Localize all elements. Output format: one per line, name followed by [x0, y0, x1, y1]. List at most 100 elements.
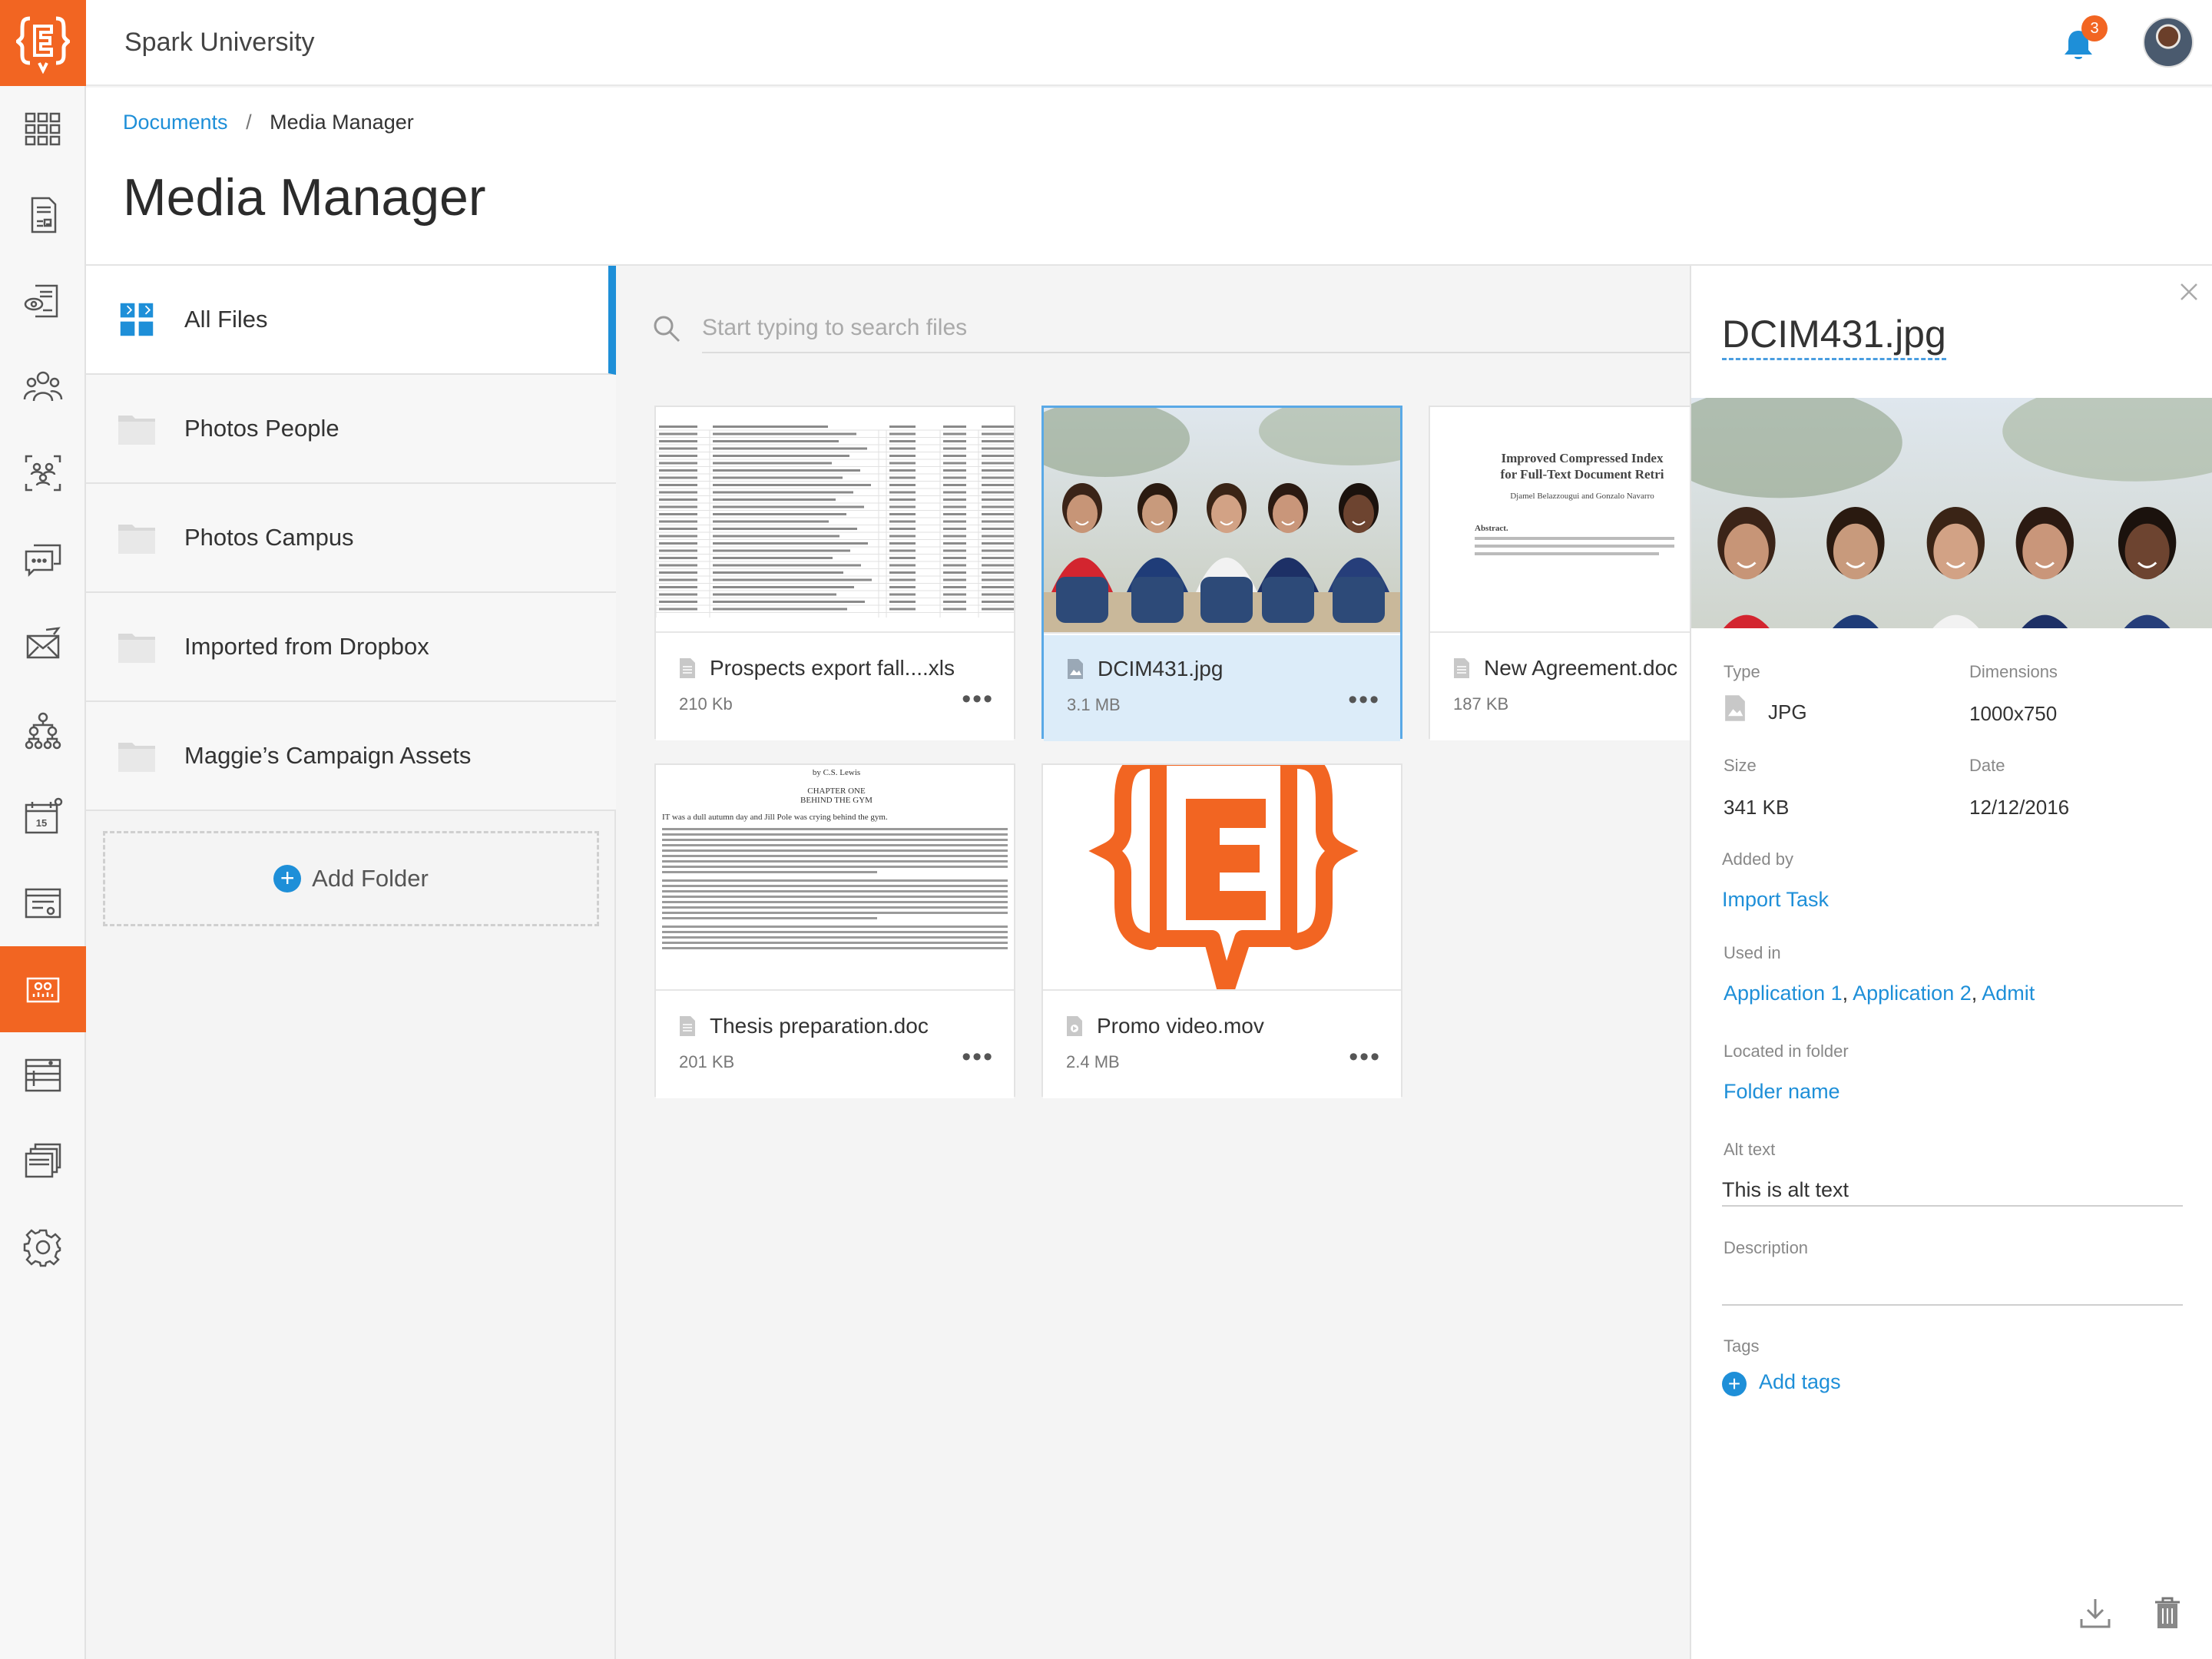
- type-value: JPG: [1768, 700, 1807, 724]
- alt-text-input[interactable]: This is alt text: [1722, 1178, 2183, 1207]
- folder-photos-campus[interactable]: Photos Campus: [86, 484, 616, 593]
- file-card[interactable]: Promo video.mov 2.4 MB •••: [1041, 763, 1402, 1098]
- file-card[interactable]: Prospects export fall....xls 210 Kb •••: [654, 406, 1015, 740]
- folder-icon: [118, 416, 155, 445]
- user-avatar[interactable]: [2143, 17, 2194, 68]
- folder-link[interactable]: Folder name: [1724, 1080, 1840, 1104]
- file-details-panel: DCIM431.jpg Type JPG Dimensions 1000x750…: [1690, 266, 2212, 1659]
- rail-people[interactable]: [0, 344, 86, 430]
- thesis-preview-author: by C.S. Lewis: [812, 768, 861, 777]
- thesis-text-line: [662, 833, 1008, 836]
- thesis-preview-first-line: IT was a dull autumn day and Jill Pole w…: [662, 813, 888, 822]
- app-nav-rail: 15: [0, 0, 86, 1659]
- thesis-preview-chapter: CHAPTER ONE: [807, 786, 866, 796]
- size-value: 341 KB: [1724, 796, 1790, 819]
- rail-dashboard[interactable]: [0, 86, 86, 172]
- file-card-info: Prospects export fall....xls 210 Kb •••: [656, 634, 1014, 740]
- thesis-text-line: [662, 917, 877, 919]
- search-input[interactable]: [702, 304, 1690, 353]
- spreadsheet-thumbnail: [656, 407, 1014, 633]
- add-folder-label: Add Folder: [312, 865, 429, 892]
- thesis-text-line: [662, 866, 1008, 868]
- search-icon: [654, 316, 680, 343]
- more-options-button[interactable]: •••: [1348, 687, 1380, 713]
- thesis-text-line: [662, 828, 1008, 830]
- thesis-text-line: [662, 879, 1008, 882]
- more-options-button[interactable]: •••: [1349, 1044, 1381, 1070]
- people-group-icon: [23, 371, 63, 402]
- thesis-text-line: [662, 855, 1008, 857]
- thesis-text-line: [662, 912, 1008, 914]
- folder-label: Maggie’s Campaign Assets: [184, 742, 472, 769]
- folder-imported-dropbox[interactable]: Imported from Dropbox: [86, 593, 616, 702]
- file-name: New Agreement.doc: [1484, 656, 1678, 680]
- rail-workflow[interactable]: [0, 688, 86, 774]
- file-card[interactable]: by C.S. Lewis CHAPTER ONE BEHIND THE GYM…: [654, 763, 1015, 1098]
- spreadsheet-preview-image: [656, 407, 1014, 631]
- thesis-text-line: [662, 901, 1008, 903]
- video-file-icon: [1067, 1016, 1082, 1036]
- doc-preview-abstract-label: Abstract.: [1475, 524, 1508, 533]
- folder-maggies-campaign[interactable]: Maggie’s Campaign Assets: [86, 702, 616, 811]
- used-in-link[interactable]: Application 2: [1853, 982, 1972, 1005]
- file-card-info: DCIM431.jpg 3.1 MB •••: [1044, 635, 1400, 741]
- brand-logo-image: [1088, 765, 1359, 989]
- plus-circle-icon[interactable]: +: [1722, 1372, 1747, 1396]
- file-card-selected[interactable]: DCIM431.jpg 3.1 MB •••: [1041, 406, 1402, 741]
- rail-calendar[interactable]: 15: [0, 774, 86, 860]
- file-name: DCIM431.jpg: [1098, 657, 1224, 680]
- video-thumbnail: [1043, 765, 1401, 991]
- thesis-text-line: [662, 860, 1008, 863]
- file-size: 3.1 MB: [1067, 695, 1121, 714]
- file-size: 201 KB: [679, 1052, 735, 1071]
- rail-messages[interactable]: [0, 516, 86, 602]
- more-options-button[interactable]: •••: [962, 686, 994, 712]
- file-card[interactable]: Improved Compressed Index for Full-Text …: [1429, 406, 1690, 740]
- trash-icon[interactable]: [2152, 1596, 2183, 1630]
- file-name: Thesis preparation.doc: [710, 1014, 929, 1038]
- tags-label: Tags: [1724, 1336, 1760, 1356]
- description-input[interactable]: [1722, 1278, 2183, 1306]
- file-size: 210 Kb: [679, 694, 733, 714]
- add-tags-link[interactable]: Add tags: [1759, 1370, 1841, 1394]
- rail-forms-builder[interactable]: [0, 860, 86, 946]
- rail-settings[interactable]: [0, 1204, 86, 1290]
- rail-reports[interactable]: [0, 1032, 86, 1118]
- folder-icon: [118, 525, 155, 554]
- more-options-button[interactable]: •••: [962, 1044, 994, 1070]
- calendar-icon: 15: [25, 797, 63, 834]
- rail-library[interactable]: [0, 1118, 86, 1204]
- report-table-icon: [25, 1058, 61, 1092]
- rail-forms[interactable]: [0, 172, 86, 258]
- dimensions-label: Dimensions: [1969, 662, 2058, 681]
- folder-photos-people[interactable]: Photos People: [86, 375, 616, 484]
- folder-label: Photos People: [184, 415, 339, 442]
- thesis-text-line: [662, 942, 1008, 944]
- rail-groups[interactable]: [0, 430, 86, 516]
- used-in-link[interactable]: Application 1: [1724, 982, 1843, 1005]
- document-file-icon: [680, 658, 695, 678]
- breadcrumb-current: Media Manager: [270, 111, 414, 134]
- breadcrumb-separator: /: [246, 111, 252, 134]
- image-file-icon: [1068, 659, 1083, 679]
- document-file-icon: [680, 1016, 695, 1036]
- file-card-info: Thesis preparation.doc 201 KB •••: [656, 992, 1014, 1098]
- file-size: 2.4 MB: [1066, 1052, 1120, 1071]
- used-in-link[interactable]: Admit: [1982, 982, 2035, 1005]
- rail-review[interactable]: [0, 258, 86, 344]
- added-by-link[interactable]: Import Task: [1722, 888, 1829, 912]
- folder-all-files[interactable]: All Files: [86, 266, 616, 375]
- breadcrumb: Documents / Media Manager: [123, 111, 414, 134]
- rail-email[interactable]: [0, 602, 86, 688]
- rail-media-manager[interactable]: [0, 946, 86, 1032]
- doc-preview-abstract: Abstract.: [1475, 524, 1690, 555]
- close-icon[interactable]: [2178, 281, 2200, 303]
- org-name: Spark University: [124, 28, 315, 57]
- breadcrumb-documents-link[interactable]: Documents: [123, 111, 228, 134]
- form-document-icon: [31, 197, 57, 233]
- download-icon[interactable]: [2078, 1596, 2112, 1630]
- details-title[interactable]: DCIM431.jpg: [1722, 312, 1946, 360]
- details-preview: [1691, 398, 2212, 628]
- brand-logo[interactable]: [0, 0, 86, 86]
- add-folder-button[interactable]: + Add Folder: [103, 831, 599, 926]
